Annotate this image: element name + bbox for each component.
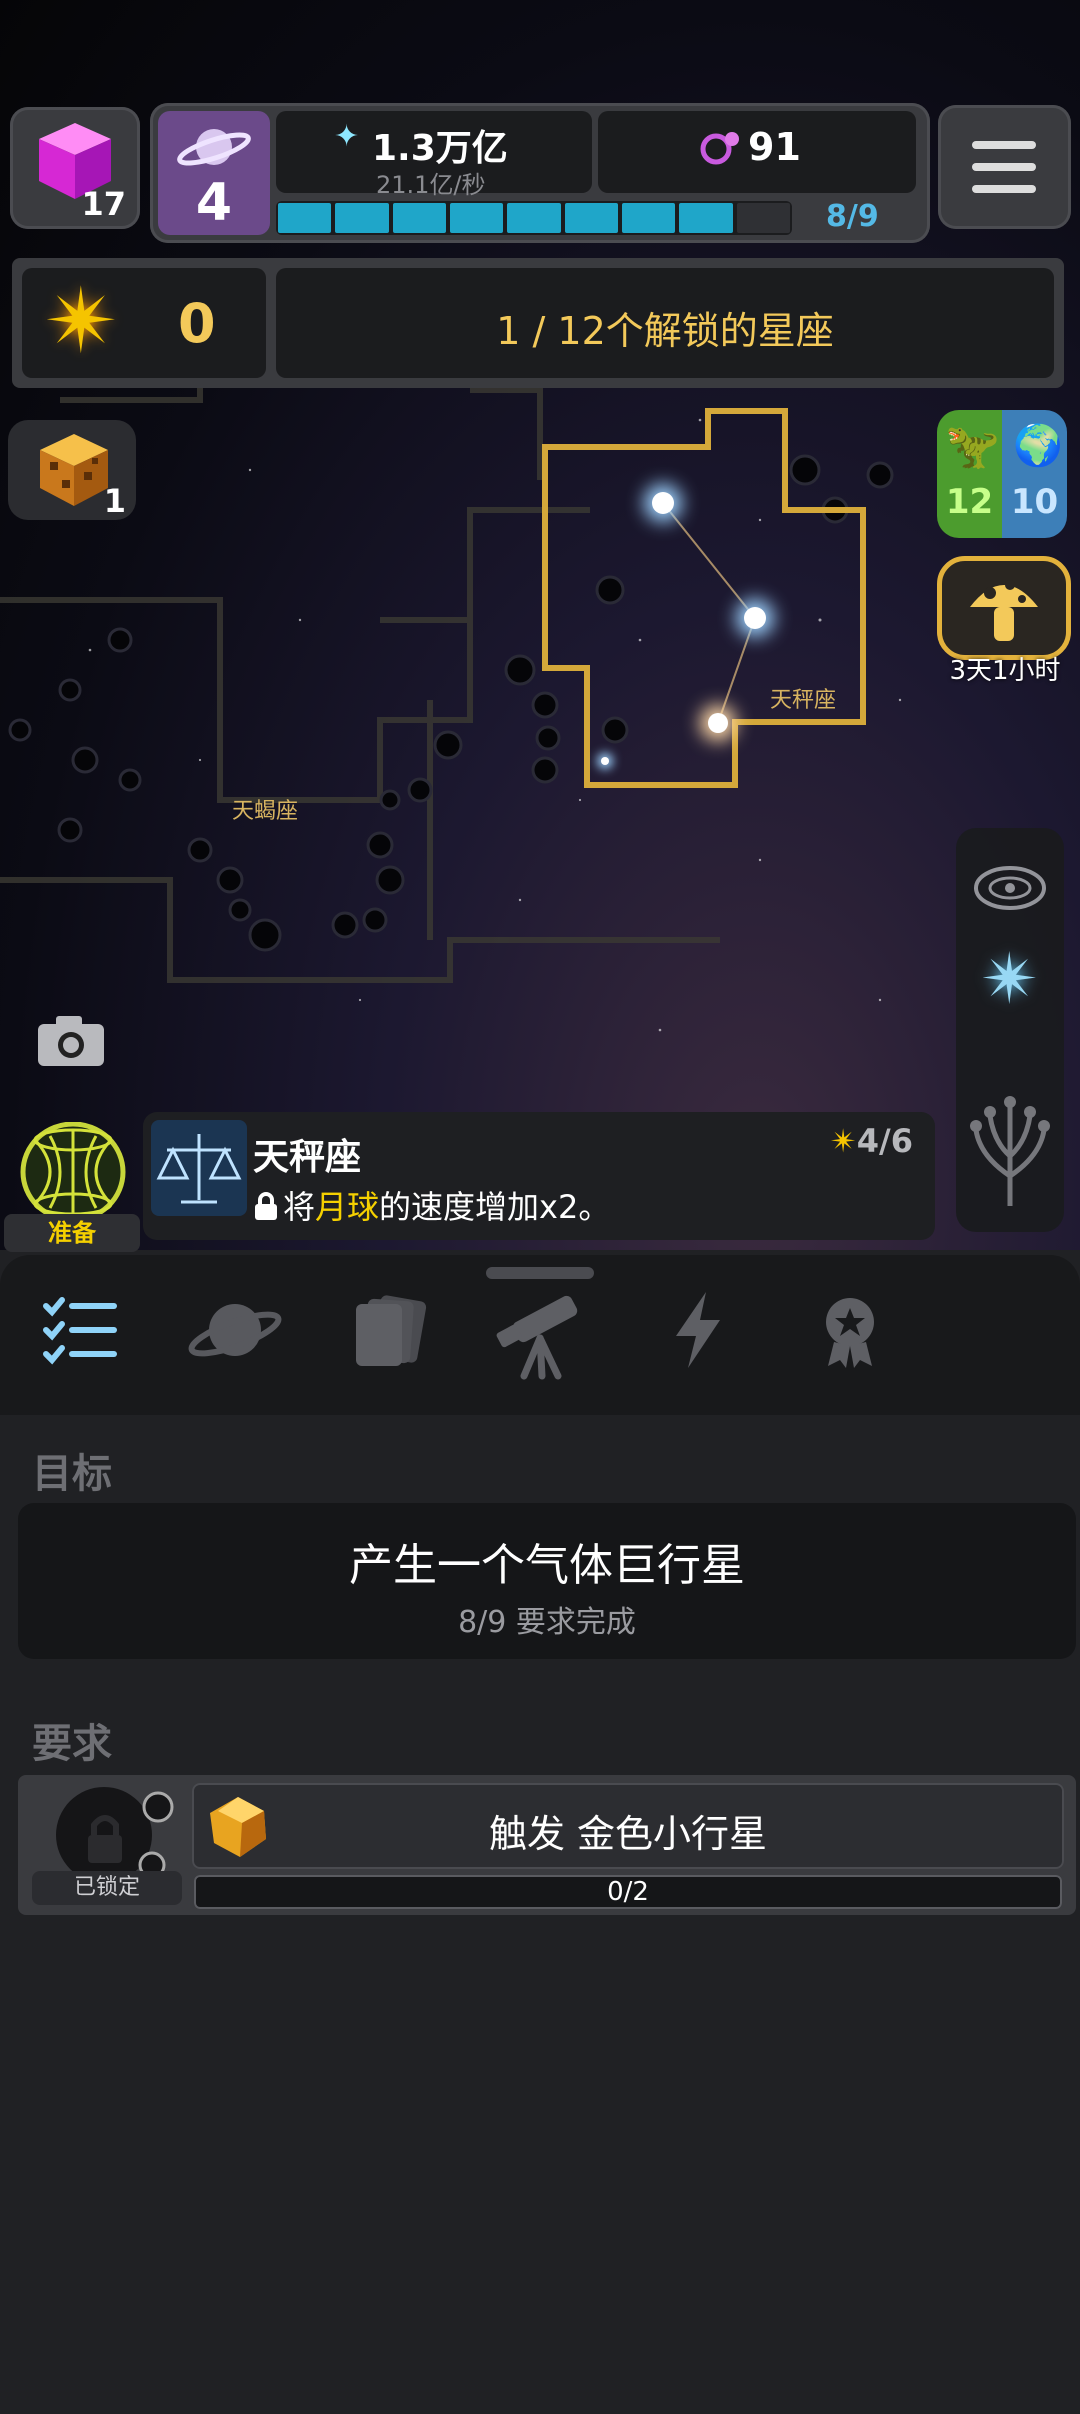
progress-segment xyxy=(449,203,504,233)
progress-segment xyxy=(335,203,389,233)
star-node xyxy=(744,607,766,629)
requirement-section-title: 要求 xyxy=(32,1721,112,1767)
unlocked-text: 1 / 12个解锁的星座 xyxy=(496,309,834,353)
menu-button[interactable] xyxy=(938,105,1071,229)
stardust-display: ✦ 1.3万亿 21.1亿/秒 xyxy=(276,111,592,199)
lightning-icon xyxy=(676,1292,720,1368)
star-count-box[interactable]: ✴ 0 xyxy=(22,268,266,378)
goal-card[interactable]: 产生一个气体巨行星 8/9 要求完成 xyxy=(18,1503,1076,1659)
tab-telescope[interactable] xyxy=(485,1275,595,1385)
cube-button[interactable]: 17 xyxy=(10,107,140,229)
tab-planets[interactable] xyxy=(180,1275,290,1385)
locked-planet: 已锁定 xyxy=(32,1785,182,1905)
dino-count: 12 xyxy=(945,482,994,522)
requirement-task-text: 触发 金色小行星 xyxy=(488,1812,768,1856)
constellation-stars: ✴4/6 xyxy=(829,1122,913,1160)
constellation-info-card[interactable]: 天秤座 将月球的速度增加x2。 ✴4/6 xyxy=(143,1112,935,1240)
progress-segment xyxy=(679,203,733,233)
tab-achievements[interactable] xyxy=(795,1275,905,1385)
constellation-title: 天秤座 xyxy=(253,1137,362,1178)
requirement-task: 触发 金色小行星 xyxy=(192,1783,1064,1869)
planet-icon xyxy=(177,129,251,166)
locked-planet-icon xyxy=(56,1787,174,1883)
goal-subtitle: 8/9 要求完成 xyxy=(458,1605,636,1640)
dino-icon: 🦖 xyxy=(945,421,1000,472)
creatures-button[interactable]: 🦖 🌍 12 10 xyxy=(937,410,1067,538)
progress-bar xyxy=(276,201,792,235)
earth-count: 10 xyxy=(1010,482,1059,522)
progress-text: 8/9 xyxy=(826,199,879,234)
golden-cube-button[interactable]: 1 xyxy=(8,420,136,520)
scorpio-map-label: 天蝎座 xyxy=(232,799,299,824)
mushroom-event-button[interactable] xyxy=(937,556,1071,660)
orbit-icon[interactable] xyxy=(970,858,1050,918)
star-count: 0 xyxy=(178,292,216,355)
progress-segment xyxy=(507,203,561,233)
planet-level-button[interactable]: 4 xyxy=(158,111,270,235)
star-icon: ✴ xyxy=(829,1122,857,1160)
earth-icon: 🌍 xyxy=(1013,423,1063,469)
star-node xyxy=(601,757,609,765)
molecule-icon xyxy=(700,132,739,165)
molecule-value: 91 xyxy=(748,125,801,169)
sunburst-icon: ✴ xyxy=(44,269,120,374)
tab-cards[interactable] xyxy=(335,1275,445,1385)
progress-segment xyxy=(392,203,446,233)
menu-icon xyxy=(972,141,1036,149)
telescope-icon xyxy=(496,1295,578,1380)
goals-panel: 目标 产生一个气体巨行星 8/9 要求完成 要求 已锁定 触发 金色小行星 0/… xyxy=(0,1415,1080,2414)
libra-map-label: 天秤座 xyxy=(770,688,837,713)
cards-icon xyxy=(356,1295,427,1366)
requirement-row[interactable]: 已锁定 触发 金色小行星 0/2 xyxy=(18,1775,1076,1915)
sparkle-icon: ✦ xyxy=(334,119,360,154)
golden-cube-icon xyxy=(40,434,108,506)
progress-segment xyxy=(621,203,676,233)
lock-icon xyxy=(255,1192,277,1220)
award-icon xyxy=(826,1298,874,1368)
stats-panel: 4 ✦ 1.3万亿 21.1亿/秒 91 8/9 xyxy=(150,103,930,243)
mushroom-timer: 3天1小时 xyxy=(949,656,1061,686)
unlocked-box[interactable]: 1 / 12个解锁的星座 xyxy=(276,268,1054,378)
planet-tab-icon xyxy=(188,1304,282,1357)
libra-icon xyxy=(151,1120,247,1216)
golden-cube-count: 1 xyxy=(103,482,126,520)
checklist-icon xyxy=(43,1297,117,1365)
ready-label: 准备 xyxy=(4,1214,140,1252)
star-node xyxy=(708,713,728,733)
stardust-value: 1.3万亿 xyxy=(372,128,508,169)
sparkle-star-icon[interactable]: ✴ xyxy=(956,938,1064,1020)
cube-count: 17 xyxy=(81,185,126,223)
wormhole-icon xyxy=(20,1122,126,1222)
progress-segment xyxy=(736,203,790,233)
tree-icon[interactable] xyxy=(960,1086,1060,1216)
requirement-progress-bar: 0/2 xyxy=(194,1875,1062,1909)
goal-title: 产生一个气体巨行星 xyxy=(349,1540,745,1591)
ready-button[interactable]: 准备 xyxy=(4,1122,140,1252)
mushroom-icon xyxy=(970,580,1038,641)
stardust-rate: 21.1亿/秒 xyxy=(376,171,486,199)
tab-boosts[interactable] xyxy=(643,1275,753,1385)
requirement-progress: 0/2 xyxy=(607,1877,649,1907)
goal-section-title: 目标 xyxy=(32,1451,112,1497)
molecule-display: 91 xyxy=(598,111,916,193)
side-toolbar: ✴ xyxy=(956,828,1064,1232)
planet-level: 4 xyxy=(195,173,233,233)
constellation-desc: 将月球的速度增加x2。 xyxy=(255,1182,610,1228)
camera-button[interactable] xyxy=(36,1012,106,1068)
star-node xyxy=(652,492,674,514)
desc-highlight: 月球 xyxy=(315,1188,380,1226)
tab-goals[interactable] xyxy=(25,1275,135,1385)
progress-fill xyxy=(276,201,792,235)
progress-segment xyxy=(564,203,618,233)
progress-segment xyxy=(278,203,332,233)
constellation-bar: ✴ 0 1 / 12个解锁的星座 xyxy=(12,258,1064,388)
locked-label: 已锁定 xyxy=(32,1871,182,1905)
bottom-tabbar xyxy=(0,1255,1080,1415)
camera-icon xyxy=(38,1016,104,1066)
